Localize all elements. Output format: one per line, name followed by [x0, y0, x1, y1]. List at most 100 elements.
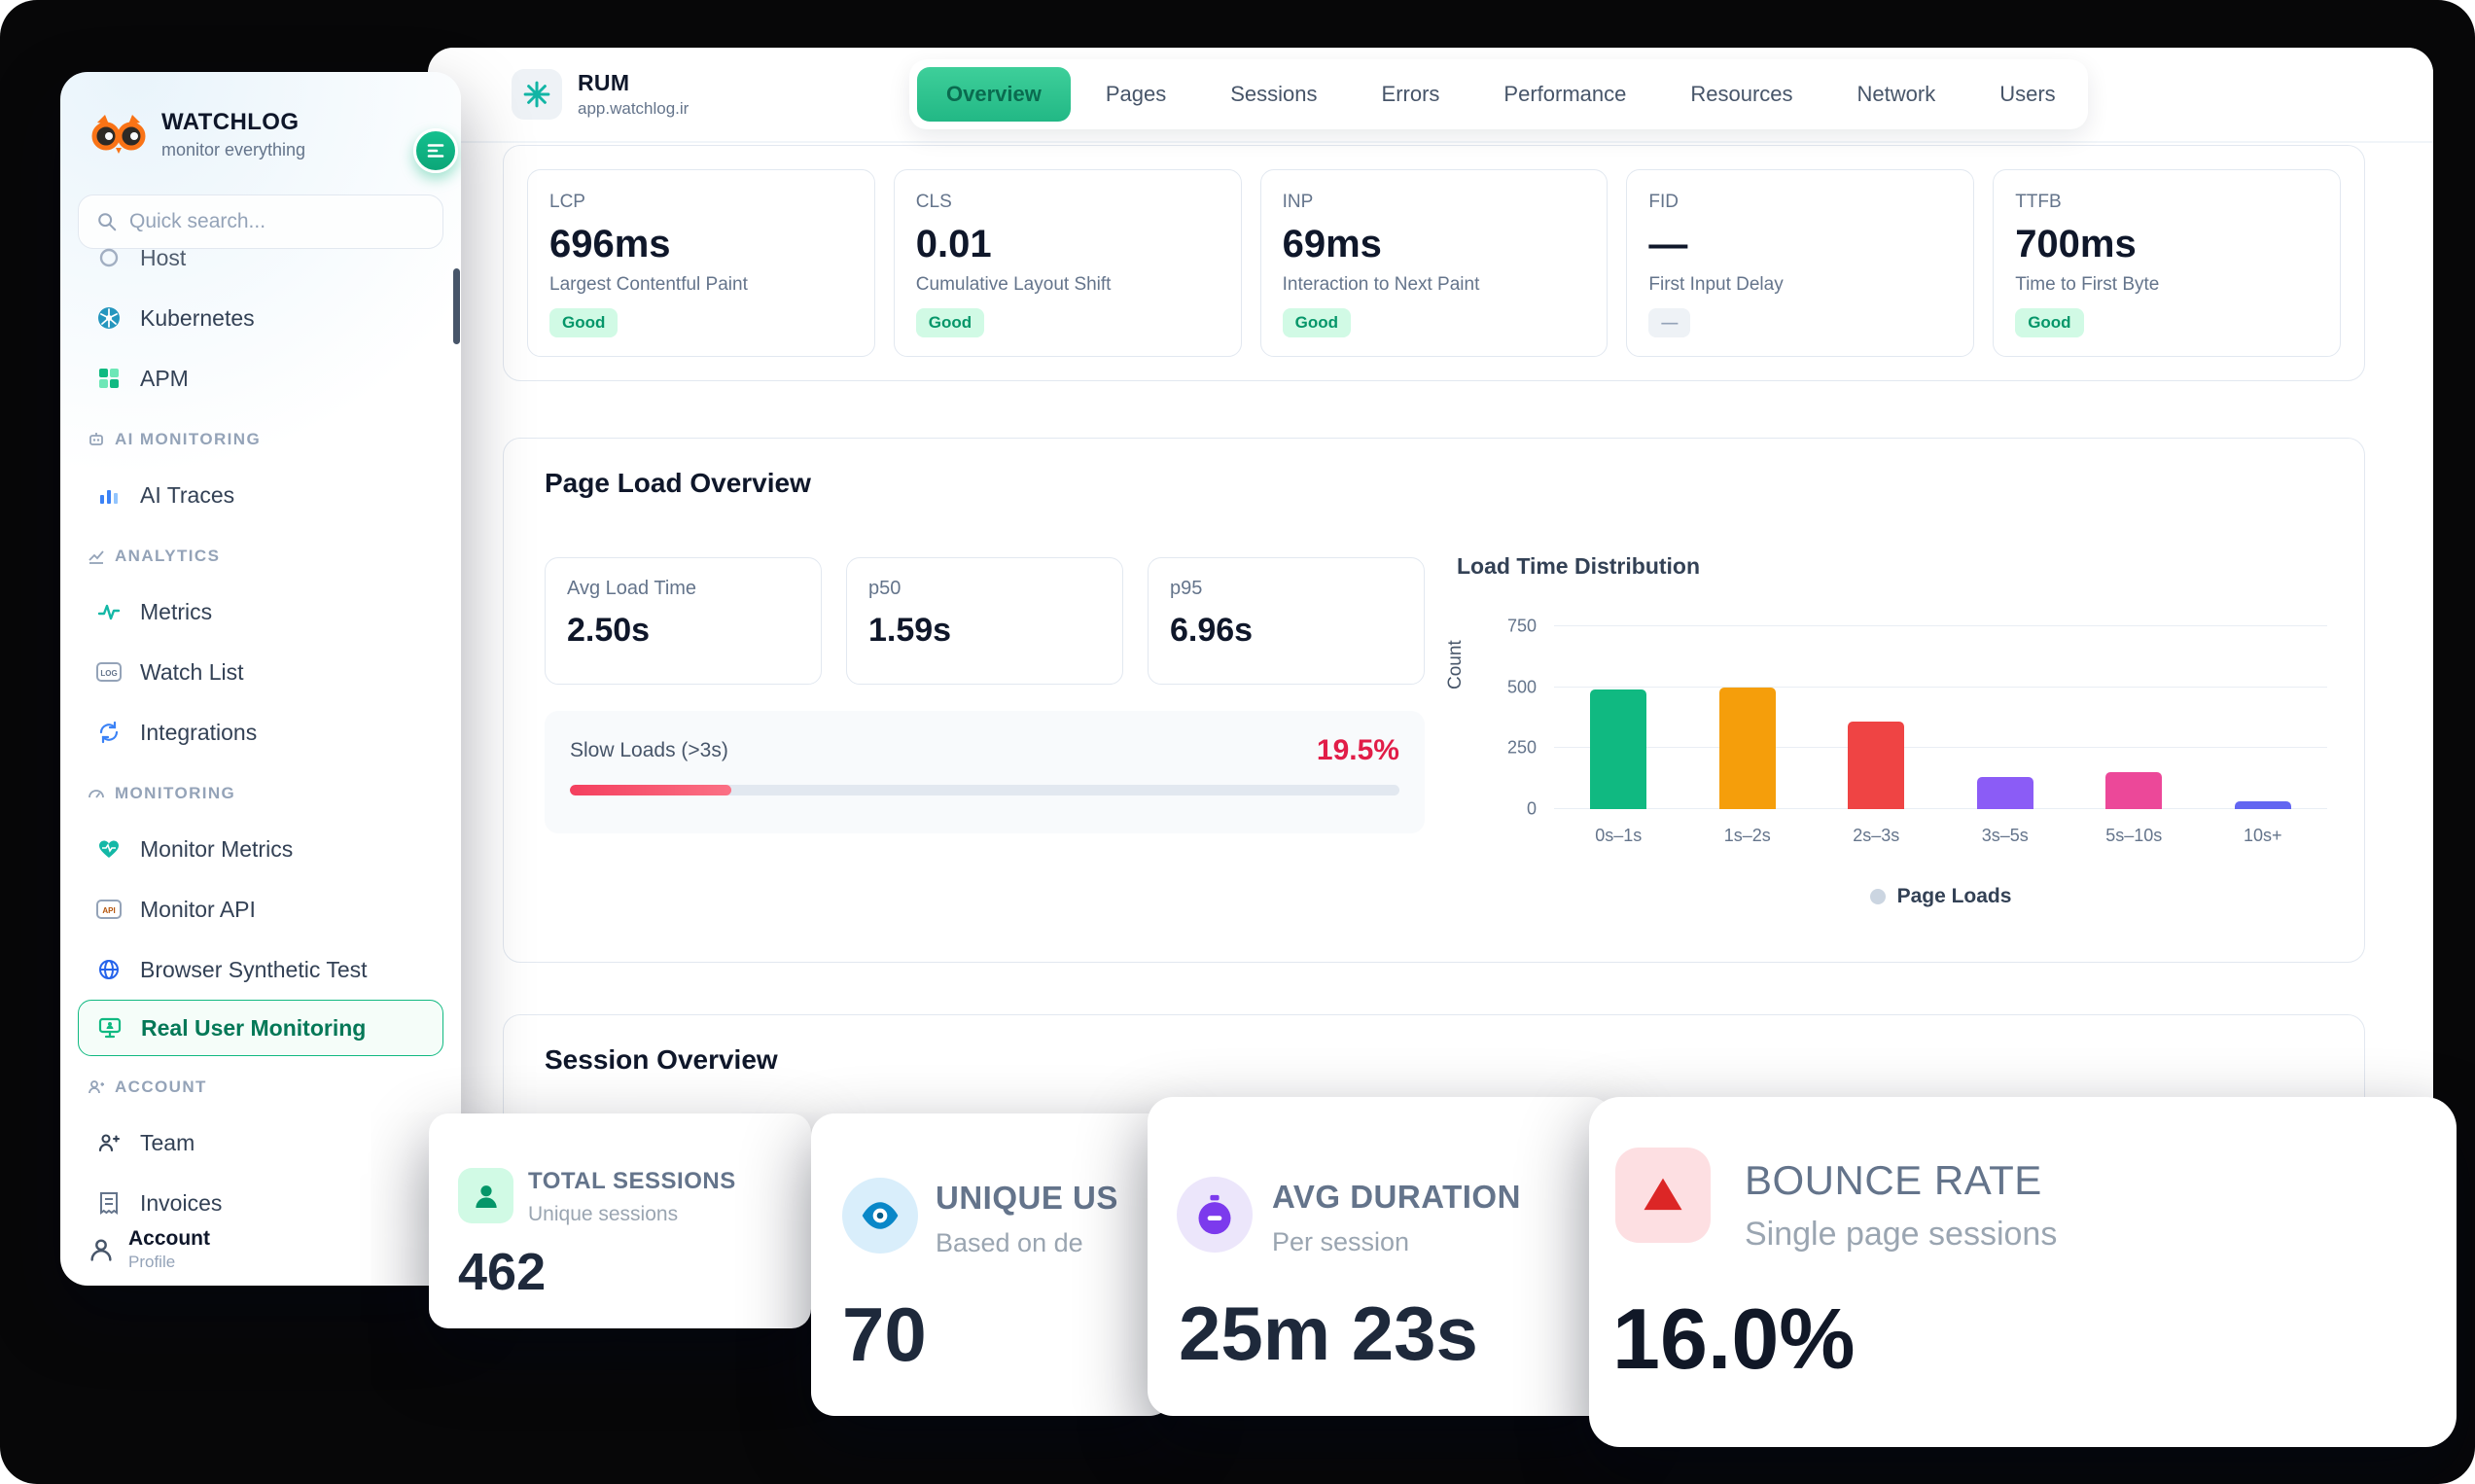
- section-title: AI MONITORING: [115, 430, 261, 449]
- y-tick-label: 250: [1507, 738, 1537, 759]
- status-badge: Good: [916, 308, 984, 337]
- sidebar-item-ai-traces[interactable]: AI Traces: [78, 465, 443, 525]
- bar-3s–5s: [1977, 777, 2033, 809]
- team-icon: [93, 1131, 124, 1154]
- vital-label: TTFB: [2015, 192, 2318, 213]
- collapse-icon: [425, 140, 446, 161]
- tab-performance[interactable]: Performance: [1474, 67, 1655, 122]
- sidebar-item-team[interactable]: Team: [78, 1113, 443, 1173]
- vital-desc: Time to First Byte: [2015, 274, 2318, 296]
- y-tick-label: 500: [1507, 677, 1537, 697]
- tab-overview[interactable]: Overview: [917, 67, 1071, 122]
- chart-slot: 1s–2s: [1683, 626, 1813, 809]
- watch-list-icon: LOG: [93, 662, 124, 682]
- sidebar-item-browser-synthetic-test[interactable]: Browser Synthetic Test: [78, 939, 443, 1000]
- triangle-up-icon: [1615, 1148, 1711, 1243]
- vital-desc: First Input Delay: [1648, 274, 1952, 296]
- sidebar-item-label: Metrics: [140, 599, 212, 625]
- topbar: RUM app.watchlog.ir Overview Pages Sessi…: [428, 48, 2433, 141]
- ai-monitoring-icon: [88, 431, 105, 448]
- stat-label: TOTAL SESSIONS: [528, 1168, 736, 1195]
- total-sessions-card: TOTAL SESSIONS Unique sessions 462: [429, 1113, 811, 1328]
- owl-logo-icon: [89, 113, 148, 158]
- card-title: Session Overview: [545, 1044, 778, 1076]
- sidebar-item-kubernetes[interactable]: Kubernetes: [78, 288, 443, 348]
- tab-sessions[interactable]: Sessions: [1201, 67, 1346, 122]
- vital-card-ttfb: TTFB 700ms Time to First Byte Good: [1993, 169, 2341, 357]
- brand-block: WATCHLOG monitor everything: [89, 109, 305, 160]
- sidebar-item-host[interactable]: Host: [78, 228, 443, 288]
- sidebar-item-monitor-api[interactable]: API Monitor API: [78, 879, 443, 939]
- status-badge: Good: [549, 308, 618, 337]
- tab-network[interactable]: Network: [1828, 67, 1965, 122]
- legend-label: Page Loads: [1897, 885, 2012, 908]
- avg-duration-card: AVG DURATION Per session 25m 23s: [1148, 1097, 1614, 1416]
- x-tick-label: 3s–5s: [1982, 826, 2029, 846]
- sidebar-item-label: Invoices: [140, 1190, 222, 1217]
- bar-0s–1s: [1590, 689, 1646, 809]
- tab-pages[interactable]: Pages: [1077, 67, 1195, 122]
- legend-dot: [1870, 889, 1886, 904]
- app-block: RUM app.watchlog.ir: [512, 69, 689, 120]
- sidebar-item-label: Team: [140, 1130, 194, 1156]
- sidebar-item-label: Host: [140, 245, 186, 271]
- bar-2s–3s: [1848, 722, 1904, 809]
- stat-value: 462: [458, 1242, 546, 1302]
- stat-label: Avg Load Time: [567, 578, 799, 600]
- sidebar-item-invoices[interactable]: Invoices: [78, 1173, 443, 1233]
- chart-slot: 10s+: [2199, 626, 2328, 809]
- brand-tagline: monitor everything: [161, 140, 305, 160]
- svg-text:LOG: LOG: [100, 669, 117, 678]
- x-tick-label: 1s–2s: [1724, 826, 1771, 846]
- sidebar-collapse-button[interactable]: [413, 128, 458, 173]
- globe-icon: [93, 958, 124, 981]
- sidebar-item-metrics[interactable]: Metrics: [78, 582, 443, 642]
- monitoring-icon: [88, 785, 105, 802]
- tab-errors[interactable]: Errors: [1353, 67, 1469, 122]
- eye-icon: [842, 1178, 918, 1254]
- sidebar: WATCHLOG monitor everything Host: [60, 72, 461, 1286]
- stat-p95: p95 6.96s: [1148, 557, 1425, 685]
- chart-slot: 0s–1s: [1554, 626, 1683, 809]
- slow-loads-track: [570, 785, 1399, 795]
- vital-card-inp: INP 69ms Interaction to Next Paint Good: [1260, 169, 1609, 357]
- load-time-distribution-chart: Load Time Distribution Count 02505007500…: [1437, 553, 2361, 908]
- rum-app-icon: [512, 69, 562, 120]
- chart-slot: 2s–3s: [1812, 626, 1941, 809]
- vital-desc: Largest Contentful Paint: [549, 274, 853, 296]
- section-analytics: ANALYTICS: [78, 531, 443, 582]
- sidebar-item-watch-list[interactable]: LOG Watch List: [78, 642, 443, 702]
- user-icon: [88, 1236, 115, 1263]
- sidebar-item-apm[interactable]: APM: [78, 348, 443, 408]
- apm-icon: [93, 367, 124, 390]
- tab-users[interactable]: Users: [1970, 67, 2084, 122]
- user-icon: [458, 1168, 513, 1223]
- analytics-icon: [88, 548, 105, 565]
- stat-sublabel: Per session: [1272, 1227, 1409, 1257]
- sidebar-item-integrations[interactable]: Integrations: [78, 702, 443, 762]
- sidebar-item-real-user-monitoring[interactable]: Real User Monitoring: [78, 1000, 443, 1056]
- slow-loads-label: Slow Loads (>3s): [570, 739, 728, 762]
- account-profile[interactable]: Account Profile: [88, 1227, 210, 1272]
- slow-loads-box: Slow Loads (>3s) 19.5%: [545, 711, 1425, 833]
- app-window: RUM app.watchlog.ir Overview Pages Sessi…: [0, 0, 2475, 1484]
- stat-sublabel: Single page sessions: [1745, 1216, 2057, 1254]
- sidebar-nav: Host Kubernetes APM AI MONITORING: [78, 255, 443, 1233]
- stat-sublabel: Based on de: [936, 1228, 1083, 1258]
- chart-title: Load Time Distribution: [1457, 553, 2361, 580]
- sidebar-scrollbar[interactable]: [453, 268, 460, 344]
- stat-label: p50: [868, 578, 1101, 600]
- stat-avg-load-time: Avg Load Time 2.50s: [545, 557, 822, 685]
- section-ai-monitoring: AI MONITORING: [78, 414, 443, 465]
- section-title: ACCOUNT: [115, 1078, 207, 1097]
- sidebar-item-label: Monitor Metrics: [140, 836, 293, 863]
- vital-value: —: [1648, 223, 1952, 266]
- sidebar-item-monitor-metrics[interactable]: Monitor Metrics: [78, 819, 443, 879]
- monitor-api-icon: API: [93, 900, 124, 919]
- monitor-metrics-icon: [93, 837, 124, 861]
- tab-resources[interactable]: Resources: [1661, 67, 1821, 122]
- unique-users-card: UNIQUE US Based on de 70: [811, 1113, 1173, 1416]
- stat-value: 25m 23s: [1179, 1290, 1478, 1378]
- bounce-rate-card: BOUNCE RATE Single page sessions 16.0%: [1589, 1097, 2457, 1447]
- chart-legend: Page Loads: [1554, 885, 2327, 908]
